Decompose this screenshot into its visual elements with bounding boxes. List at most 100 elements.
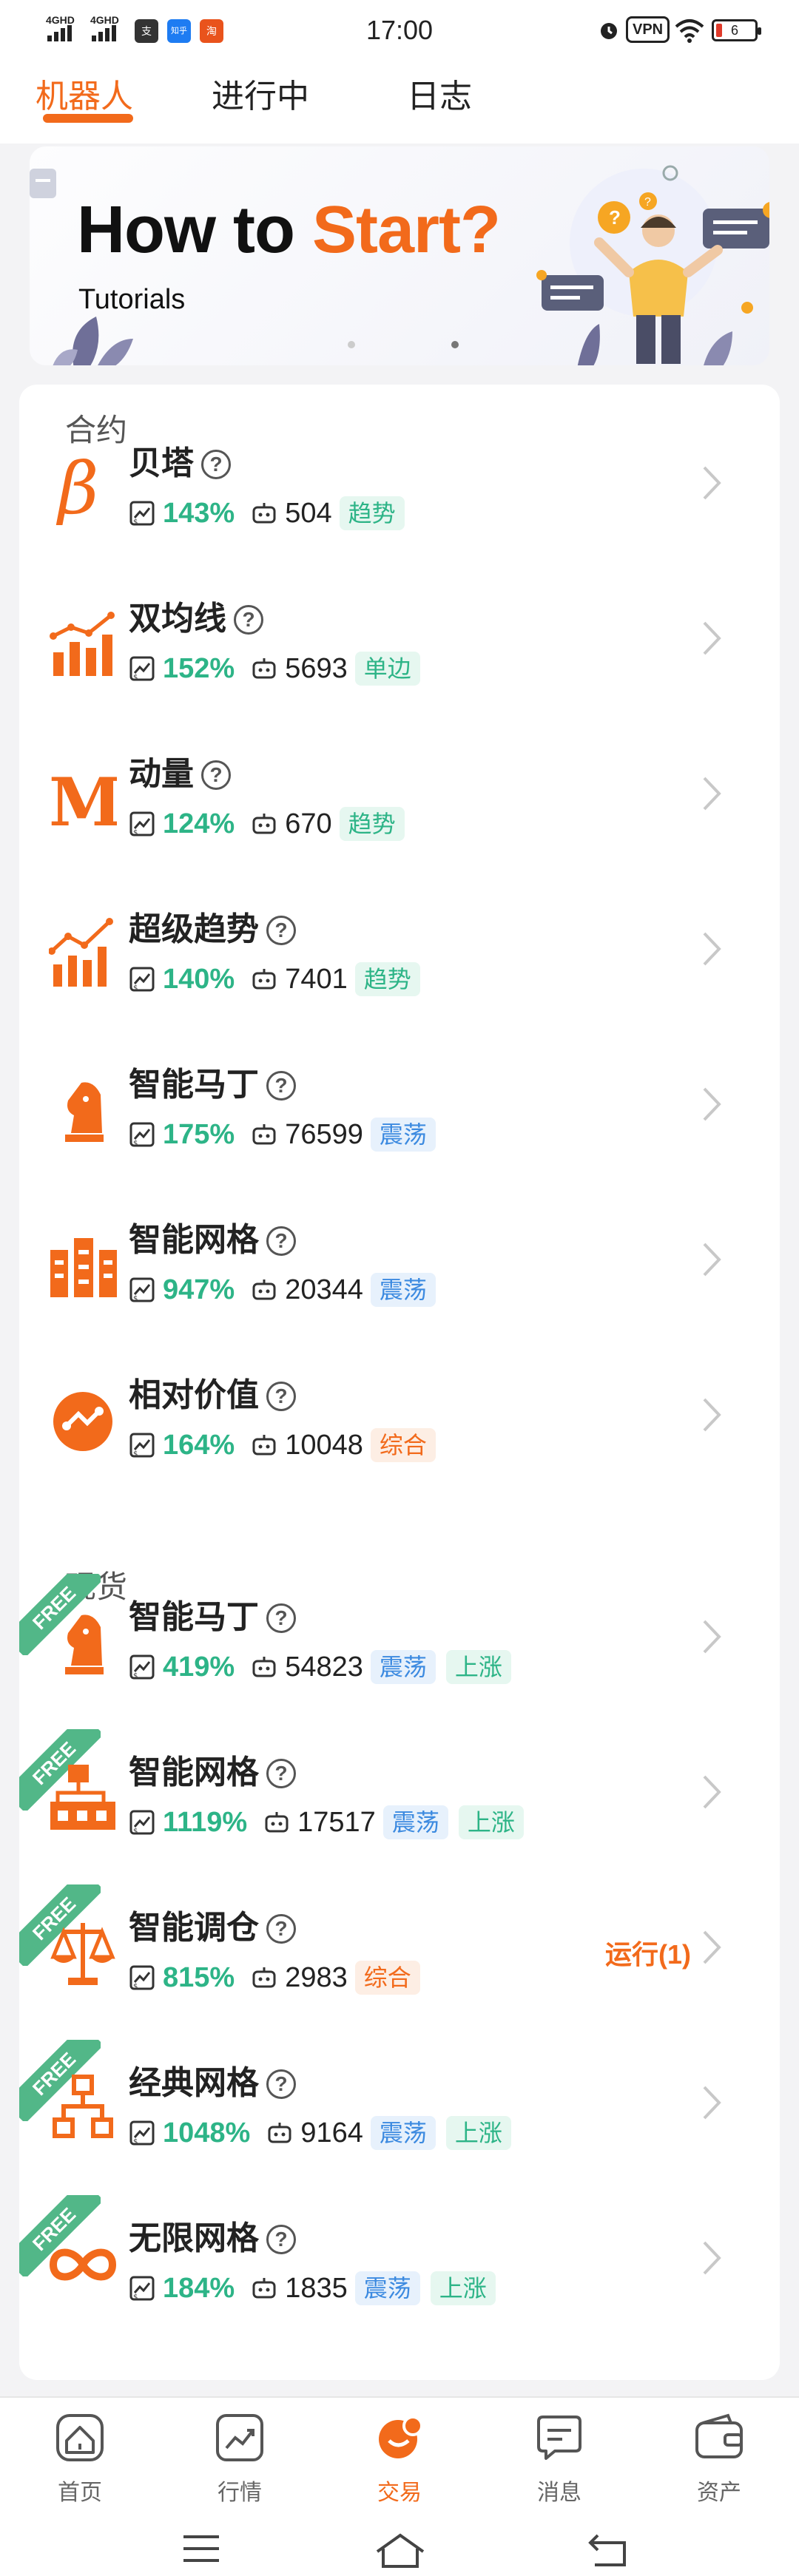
- help-icon[interactable]: ?: [266, 1914, 296, 1944]
- bot-stats: $184% 1835 震荡 上涨: [129, 2271, 506, 2306]
- return-percent: 947%: [163, 1274, 235, 1305]
- bot-row[interactable]: FREE 智能调仓? $815% 2983 综合 运行(1): [19, 1880, 759, 2028]
- user-count: 54823: [285, 1651, 363, 1683]
- bot-row[interactable]: M 动量? $124% 670 趋势: [19, 726, 759, 874]
- bot-row[interactable]: 超级趋势? $140% 7401 趋势: [19, 882, 759, 1030]
- bot-stats: $1048% 9164 震荡 上涨: [129, 2115, 522, 2151]
- tab-logs[interactable]: 日志: [407, 70, 472, 117]
- battery-icon: 6: [712, 19, 761, 41]
- help-icon[interactable]: ?: [266, 1603, 296, 1633]
- strategy-tag: 综合: [354, 1961, 420, 1995]
- tab-robots[interactable]: 机器人: [36, 70, 133, 117]
- return-percent: 419%: [163, 1651, 235, 1683]
- nav-assets[interactable]: 资产: [675, 2411, 763, 2506]
- bot-row[interactable]: 智能马丁? $175% 76599 震荡: [19, 1037, 759, 1185]
- robot-icon: [252, 814, 276, 834]
- wallet-icon: [695, 2413, 743, 2458]
- back-icon[interactable]: [587, 2532, 629, 2568]
- help-icon[interactable]: ?: [201, 450, 231, 479]
- bot-name-text: 智能网格: [129, 1754, 259, 1791]
- bot-name-text: 智能马丁: [129, 1066, 259, 1103]
- robot-icon: [252, 1124, 276, 1145]
- momentum-m-icon: M: [49, 763, 117, 836]
- return-chart-icon: $: [129, 2276, 155, 2302]
- robot-icon: [265, 1812, 289, 1833]
- bot-row[interactable]: FREE 智能网格? $1119% 17517 震荡 上涨: [19, 1725, 759, 1873]
- bot-name: 贝塔?: [129, 436, 231, 484]
- svg-text:$: $: [133, 2138, 138, 2146]
- tutorial-banner[interactable]: How to Start? Tutorials ? ?: [30, 146, 769, 365]
- chevron-right-icon: [703, 1930, 721, 1964]
- bot-stats: $1119% 17517 震荡 上涨: [129, 1805, 534, 1840]
- nav-market[interactable]: 行情: [195, 2411, 284, 2506]
- return-chart-icon: $: [129, 1810, 155, 1836]
- bot-stats: $143% 504 趋势: [129, 496, 415, 531]
- active-tab-indicator: [43, 114, 133, 123]
- svg-text:?: ?: [644, 196, 651, 209]
- return-chart-icon: $: [129, 1122, 155, 1148]
- grid-building-icon: [50, 1238, 117, 1297]
- help-icon[interactable]: ?: [266, 2225, 296, 2254]
- bot-name: 智能马丁?: [129, 1590, 296, 1637]
- return-chart-icon: $: [129, 811, 155, 837]
- user-count: 10048: [285, 1429, 363, 1461]
- chevron-right-icon: [703, 1087, 721, 1121]
- user-count: 504: [285, 497, 332, 529]
- help-icon[interactable]: ?: [234, 605, 263, 635]
- bot-name-text: 相对价值: [129, 1377, 259, 1413]
- return-chart-icon: $: [129, 1654, 155, 1680]
- svg-text:$: $: [133, 984, 138, 993]
- bot-name: 无限网格?: [129, 2211, 296, 2259]
- return-percent: 164%: [163, 1429, 235, 1461]
- bot-row[interactable]: 相对价值? $164% 10048 综合: [19, 1348, 759, 1495]
- grid-tree-icon: [50, 1765, 115, 1830]
- nav-messages[interactable]: 消息: [515, 2411, 604, 2506]
- nav-home[interactable]: 首页: [36, 2411, 124, 2506]
- bot-row[interactable]: 智能网格? $947% 20344 震荡: [19, 1192, 759, 1340]
- strategy-tag: 震荡: [370, 1650, 436, 1684]
- bot-name-text: 智能调仓: [129, 1910, 259, 1946]
- bot-name: 智能调仓?: [129, 1901, 296, 1948]
- bot-stats: $140% 7401 趋势: [129, 961, 431, 997]
- bot-row[interactable]: FREE 智能马丁? $419% 54823 震荡 上涨: [19, 1569, 759, 1717]
- return-chart-icon: $: [129, 2120, 155, 2146]
- bot-row[interactable]: 双均线? $152% 5693 单边: [19, 571, 759, 719]
- user-count: 17517: [297, 1806, 376, 1838]
- running-status[interactable]: 运行(1): [605, 1933, 691, 1972]
- beta-icon: β: [55, 451, 99, 525]
- help-icon[interactable]: ?: [266, 2069, 296, 2099]
- robot-icon: [252, 503, 276, 524]
- infinity-icon: [49, 2248, 117, 2281]
- bot-stats: $947% 20344 震荡: [129, 1272, 446, 1308]
- help-icon[interactable]: ?: [201, 760, 231, 790]
- help-icon[interactable]: ?: [266, 1759, 296, 1788]
- user-count: 76599: [285, 1118, 363, 1150]
- home-button-icon[interactable]: [374, 2532, 426, 2568]
- bottom-nav: 首页 行情 交易 消息 资产: [0, 2396, 799, 2522]
- user-count: 5693: [285, 652, 348, 684]
- tab-in-progress[interactable]: 进行中: [212, 70, 309, 117]
- help-icon[interactable]: ?: [266, 1226, 296, 1256]
- help-icon[interactable]: ?: [266, 1071, 296, 1101]
- chevron-right-icon: [703, 2086, 721, 2120]
- nav-assets-label: 资产: [697, 2481, 741, 2505]
- help-icon[interactable]: ?: [266, 916, 296, 945]
- alarm-icon: [601, 23, 617, 39]
- balance-scale-icon: [50, 1923, 115, 1985]
- user-count: 9164: [300, 2117, 363, 2149]
- help-icon[interactable]: ?: [266, 1382, 296, 1411]
- strategy-tag: 趋势: [339, 807, 405, 841]
- bot-row[interactable]: β 贝塔? $143% 504 趋势: [19, 416, 759, 564]
- robot-icon: [252, 1279, 276, 1300]
- bot-name: 动量?: [129, 747, 231, 794]
- nav-trade-label: 交易: [377, 2481, 422, 2505]
- bar-chart-icon: [50, 612, 115, 676]
- chevron-right-icon: [703, 1398, 721, 1432]
- return-chart-icon: $: [129, 1433, 155, 1458]
- bot-row[interactable]: FREE 无限网格? $184% 1835 震荡 上涨: [19, 2191, 759, 2339]
- nav-trade[interactable]: 交易: [355, 2411, 444, 2506]
- menu-icon[interactable]: [182, 2532, 220, 2565]
- bot-row[interactable]: FREE 经典网格? $1048% 9164 震荡 上涨: [19, 2035, 759, 2183]
- bot-name: 智能网格?: [129, 1745, 296, 1793]
- svg-text:$: $: [133, 1983, 138, 1991]
